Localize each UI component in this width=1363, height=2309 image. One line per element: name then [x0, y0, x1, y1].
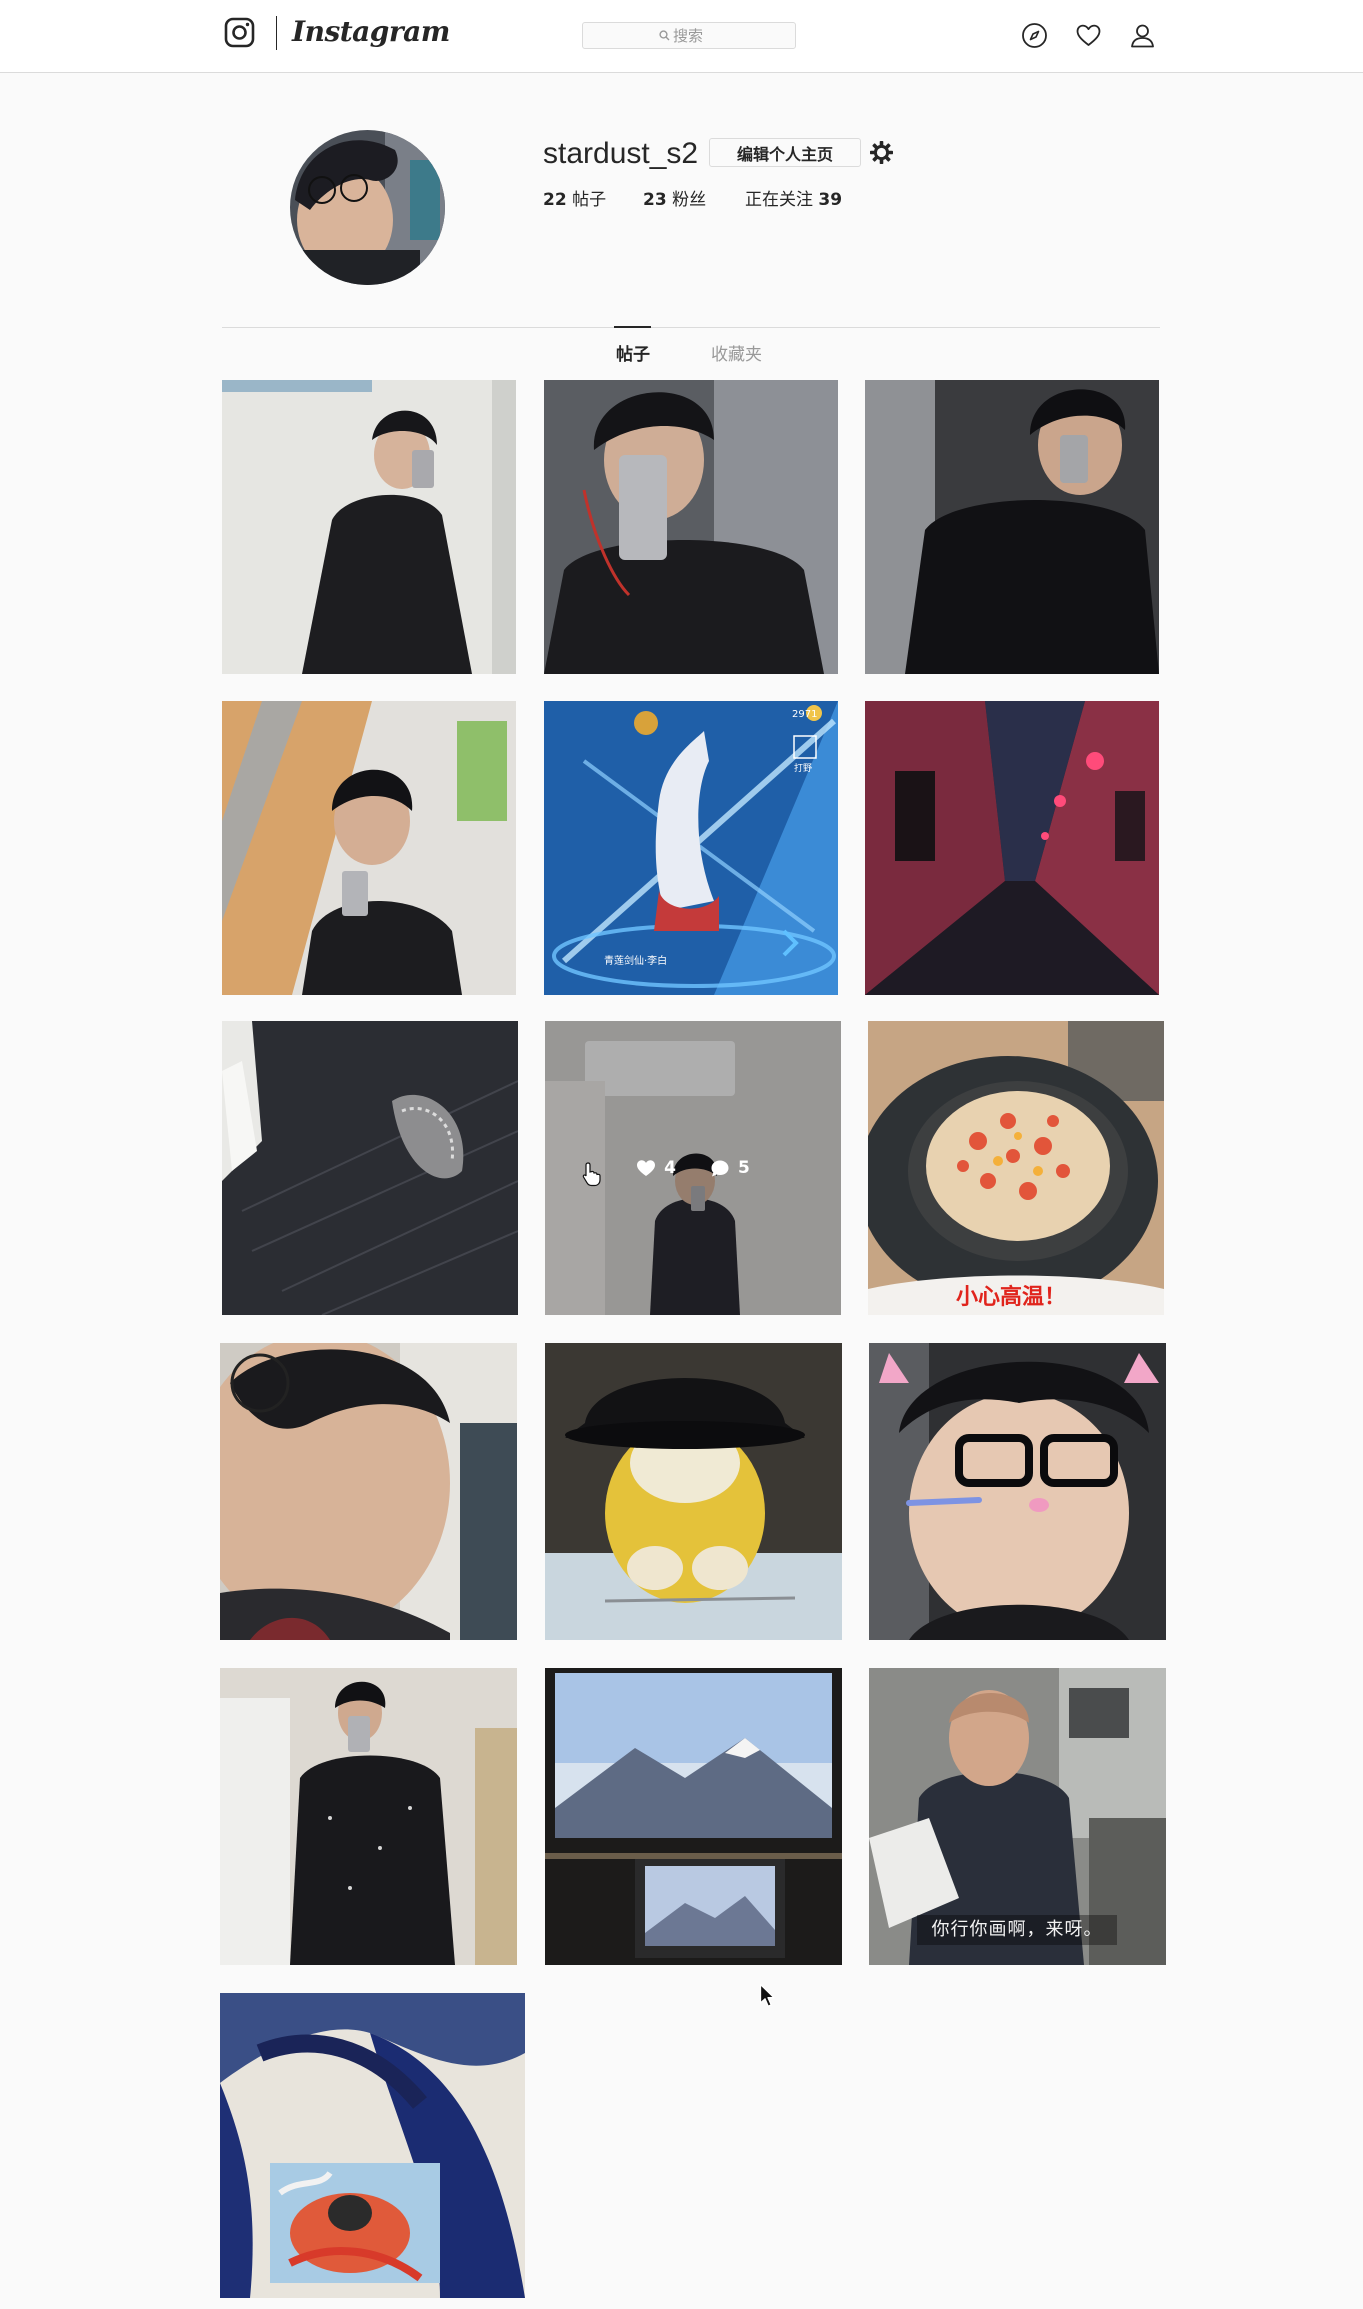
- mouse-pointer-cursor-icon: [759, 1983, 775, 2007]
- search-icon: [659, 30, 670, 41]
- post-thumbnail[interactable]: [545, 1668, 842, 1965]
- profile-username: stardust_s2: [543, 137, 699, 170]
- edit-profile-button[interactable]: 编辑个人主页: [709, 138, 861, 167]
- game-hero-label: 青莲剑仙·李白: [604, 954, 667, 967]
- followers-count-stat[interactable]: 23 粉丝: [643, 188, 706, 212]
- profile-avatar[interactable]: [290, 130, 445, 285]
- post-thumbnail[interactable]: 2971 打野 青莲剑仙·李白: [544, 701, 838, 995]
- post-thumbnail[interactable]: [869, 1343, 1166, 1640]
- tab-posts[interactable]: 帖子: [616, 342, 650, 368]
- following-count-stat[interactable]: 正在关注 39: [745, 188, 842, 212]
- posts-count: 22: [543, 190, 567, 210]
- bowl-caption-text: 小心高温！: [956, 1285, 1067, 1310]
- followers-count: 23: [643, 190, 667, 210]
- post-thumbnail[interactable]: [222, 1021, 518, 1315]
- tabs-divider: [222, 327, 1160, 328]
- post-thumbnail[interactable]: 4 5: [545, 1021, 841, 1315]
- followers-label: 粉丝: [672, 190, 707, 210]
- following-label: 正在关注: [745, 190, 813, 210]
- explore-compass-icon[interactable]: [1020, 21, 1049, 50]
- top-navigation-bar: Instagram: [0, 0, 1363, 73]
- posts-count-stat[interactable]: 22 帖子: [543, 188, 606, 212]
- posts-label: 帖子: [572, 190, 607, 210]
- settings-gear-icon[interactable]: [868, 139, 895, 166]
- instagram-wordmark[interactable]: Instagram: [292, 12, 450, 52]
- post-thumbnail[interactable]: [545, 1343, 842, 1640]
- post-likes-count: 4: [664, 1158, 676, 1178]
- post-thumbnail[interactable]: 你行你画啊，来呀。: [869, 1668, 1166, 1965]
- comment-bubble-icon: [711, 1160, 729, 1176]
- active-tab-indicator: [614, 326, 651, 328]
- like-heart-icon: [637, 1160, 656, 1176]
- search-box[interactable]: [582, 22, 796, 49]
- search-input[interactable]: [673, 25, 783, 46]
- post-thumbnail[interactable]: [220, 1668, 517, 1965]
- activity-heart-icon[interactable]: [1074, 21, 1103, 50]
- post-thumbnail[interactable]: [222, 701, 516, 995]
- post-thumbnail[interactable]: [865, 380, 1159, 674]
- post-comments-count: 5: [738, 1158, 750, 1178]
- post-likes: 4: [636, 1158, 676, 1178]
- logo-divider: [276, 16, 277, 50]
- post-thumbnail[interactable]: [220, 1343, 517, 1640]
- post-thumbnail[interactable]: [865, 701, 1159, 995]
- game-score: 2971: [792, 709, 817, 720]
- post-thumbnail[interactable]: [544, 380, 838, 674]
- instagram-camera-icon[interactable]: [224, 17, 255, 48]
- post-comments: 5: [710, 1158, 750, 1178]
- post-thumbnail[interactable]: [222, 380, 516, 674]
- following-count: 39: [818, 190, 843, 210]
- post-thumbnail[interactable]: 小心高温！: [868, 1021, 1164, 1315]
- game-role-label: 打野: [794, 762, 812, 774]
- profile-person-icon[interactable]: [1128, 21, 1157, 50]
- post-thumbnail[interactable]: [220, 1993, 525, 2298]
- hand-pointer-cursor-icon: [582, 1162, 601, 1187]
- meme-caption-text: 你行你画啊，来呀。: [917, 1915, 1117, 1945]
- tab-saved[interactable]: 收藏夹: [711, 342, 762, 368]
